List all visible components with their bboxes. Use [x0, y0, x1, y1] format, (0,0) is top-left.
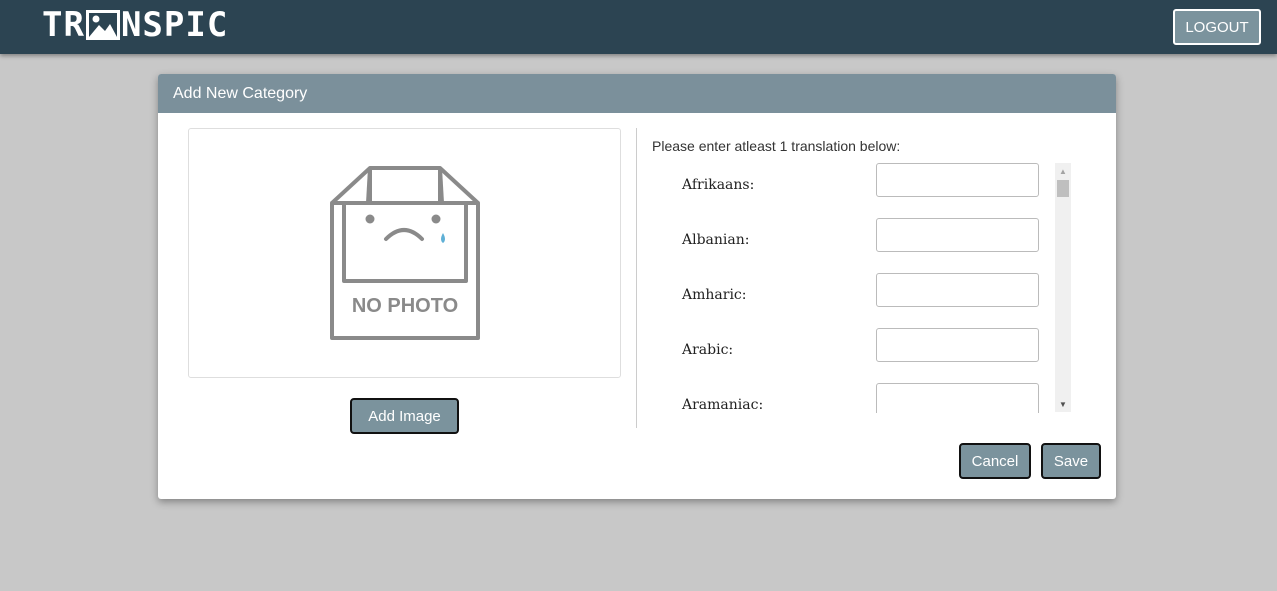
translation-input[interactable] — [876, 328, 1039, 362]
translation-row: Amharic: — [652, 273, 1052, 328]
translation-input[interactable] — [876, 383, 1039, 413]
translation-scrollbar[interactable]: ▲ ▼ — [1055, 163, 1071, 412]
picture-icon — [85, 10, 120, 40]
no-photo-text: NO PHOTO — [352, 295, 458, 317]
translation-row: Albanian: — [652, 218, 1052, 273]
translation-row: Afrikaans: — [652, 163, 1052, 218]
translation-row: Aramaniac: — [652, 383, 1052, 413]
language-label: Afrikaans: — [682, 177, 755, 193]
column-divider — [636, 128, 637, 428]
triangle-up-icon[interactable]: ▲ — [1055, 163, 1071, 179]
logo-text-left: TR — [42, 5, 85, 45]
logout-button[interactable]: LOGOUT — [1173, 9, 1261, 45]
logo-text-right: NSPIC — [120, 5, 229, 45]
translation-list[interactable]: Afrikaans: Albanian: Amharic: Arabic: Ar… — [652, 163, 1071, 413]
add-image-button[interactable]: Add Image — [350, 398, 459, 434]
image-preview: NO PHOTO — [188, 128, 621, 378]
top-navbar: TR NSPIC LOGOUT — [0, 0, 1277, 54]
translation-input[interactable] — [876, 218, 1039, 252]
app-logo[interactable]: TR NSPIC — [42, 5, 229, 45]
language-label: Amharic: — [682, 287, 747, 303]
add-category-modal: Add New Category NO PHOTO Add Image Plea… — [158, 74, 1116, 499]
translation-input[interactable] — [876, 163, 1039, 197]
save-button[interactable]: Save — [1041, 443, 1101, 479]
triangle-down-icon[interactable]: ▼ — [1055, 396, 1071, 412]
translation-input[interactable] — [876, 273, 1039, 307]
translation-row: Arabic: — [652, 328, 1052, 383]
language-label: Albanian: — [682, 232, 750, 248]
language-label: Aramaniac: — [682, 397, 764, 413]
language-label: Arabic: — [682, 342, 734, 358]
no-photo-icon: NO PHOTO — [330, 166, 480, 340]
modal-title: Add New Category — [158, 74, 1116, 113]
scrollbar-thumb[interactable] — [1057, 180, 1069, 197]
translation-instructions: Please enter atleast 1 translation below… — [652, 138, 901, 154]
cancel-button[interactable]: Cancel — [959, 443, 1031, 479]
